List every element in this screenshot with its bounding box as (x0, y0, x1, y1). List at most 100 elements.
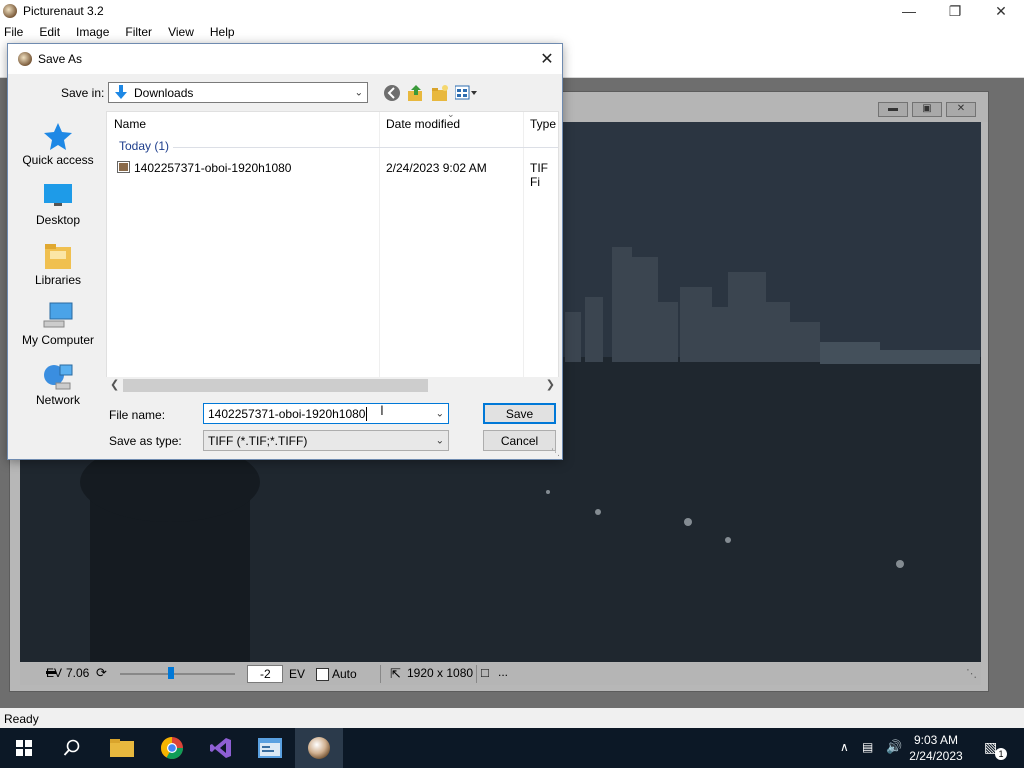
menu-filter[interactable]: Filter (117, 22, 160, 43)
file-name-value: 1402257371-oboi-1920h1080 (208, 406, 366, 421)
back-button[interactable] (382, 83, 402, 103)
chevron-down-icon: ⌄ (354, 87, 363, 98)
tray-time: 9:03 AM (913, 733, 959, 747)
visual-studio-icon (210, 738, 231, 758)
sort-chevron-icon: ⌄ (447, 111, 455, 119)
image-file-icon (117, 161, 130, 173)
taskbar: ∧ ▤ 🔊 9:03 AM 2/24/2023 ▧ 1 (0, 728, 1024, 768)
image-minimize-button[interactable]: ▬ (878, 102, 908, 117)
menu-image[interactable]: Image (68, 22, 117, 43)
file-name-input[interactable]: 1402257371-oboi-1920h1080 ⌄ (203, 403, 449, 424)
close-button[interactable]: ✕ (978, 0, 1024, 22)
place-libraries[interactable]: Libraries (16, 237, 100, 293)
save-in-dropdown[interactable]: Downloads ⌄ (108, 82, 368, 103)
exposure-slider-thumb[interactable] (168, 667, 174, 679)
resize-grip-icon[interactable]: ⋱ (966, 667, 977, 680)
place-label: Desktop (35, 213, 81, 227)
search-button[interactable] (48, 728, 96, 768)
image-close-button[interactable]: ✕ (946, 102, 976, 117)
menu-bar: File Edit Image Filter View Help (0, 22, 1024, 43)
place-label: Libraries (34, 273, 82, 287)
image-dimensions: 1920 x 1080 (407, 666, 474, 680)
status-divider-2 (476, 665, 477, 683)
desktop-icon (44, 184, 72, 206)
save-in-value: Downloads (134, 85, 194, 100)
file-list[interactable]: Name Date modified ⌄ Type Today (1) 1402… (106, 111, 559, 392)
dialog-app-icon (18, 52, 32, 66)
new-folder-button[interactable] (430, 83, 450, 103)
exposure-unit: EV (289, 667, 306, 681)
folder-icon (110, 739, 134, 757)
file-explorer-button[interactable] (98, 728, 146, 768)
menu-view[interactable]: View (160, 22, 202, 43)
dialog-resize-grip-icon[interactable]: ⋱ (551, 447, 560, 458)
exposure-input[interactable]: -2 (247, 665, 283, 683)
column-divider[interactable] (379, 112, 380, 391)
column-type[interactable]: Type (523, 112, 558, 136)
picturenaut-app-icon (3, 4, 17, 18)
image-status-bar: ▬ EV 7.06 ⟳ -2 EV Auto ⇱ 1920 x 1080 □ .… (20, 663, 981, 685)
file-row[interactable]: 1402257371-oboi-1920h1080 2/24/2023 9:02… (107, 158, 558, 189)
restore-button[interactable]: ❐ (932, 0, 978, 22)
start-button[interactable] (0, 728, 48, 768)
view-menu-icon (455, 85, 477, 100)
more-indicator: ... (498, 665, 509, 679)
save-type-label: Save as type: (109, 434, 182, 448)
picturenaut-taskbar-button[interactable] (295, 728, 343, 768)
place-label: My Computer (21, 333, 95, 347)
app-title: Picturenaut 3.2 (23, 4, 104, 18)
save-button[interactable]: Save (483, 403, 556, 424)
chrome-icon (161, 737, 183, 759)
place-label: Quick access (22, 153, 94, 167)
up-folder-button[interactable] (406, 83, 426, 103)
save-type-value: TIFF (*.TIF;*.TIFF) (208, 433, 308, 448)
window-app-icon (258, 738, 282, 758)
minimize-button[interactable]: — (886, 0, 932, 22)
save-type-dropdown[interactable]: TIFF (*.TIF;*.TIFF) ⌄ (203, 430, 449, 451)
status-divider (380, 665, 381, 683)
visual-studio-button[interactable] (197, 728, 245, 768)
text-caret (366, 406, 368, 421)
places-bar: Quick access Desktop Libraries My Comput… (16, 113, 100, 413)
new-folder-icon (432, 85, 448, 101)
libraries-icon (45, 244, 71, 269)
auto-checkbox[interactable] (316, 668, 329, 681)
chevron-down-icon[interactable]: ⌄ (436, 408, 444, 419)
scroll-thumb[interactable] (123, 379, 428, 392)
dialog-close-button[interactable]: ✕ (532, 44, 562, 74)
crop-icon[interactable]: □ (481, 665, 489, 680)
scroll-right-icon[interactable]: ❯ (546, 378, 555, 391)
chevron-up-icon[interactable]: ∧ (840, 740, 849, 754)
horizontal-scrollbar[interactable]: ❮ ❯ (106, 377, 559, 394)
cancel-button[interactable]: Cancel (483, 430, 556, 451)
status-text: Ready (4, 712, 39, 726)
exposure-slider-track[interactable] (120, 673, 235, 675)
place-my-computer[interactable]: My Computer (16, 297, 100, 353)
app-status-bar: Ready (0, 708, 1024, 728)
menu-file[interactable]: File (0, 22, 31, 43)
chrome-button[interactable] (148, 728, 196, 768)
menu-help[interactable]: Help (202, 22, 243, 43)
app-window-button[interactable] (246, 728, 294, 768)
up-folder-icon (408, 85, 422, 101)
column-name[interactable]: Name (107, 112, 379, 136)
file-type: TIF Fi (530, 161, 548, 189)
tray-clock[interactable]: 9:03 AM 2/24/2023 (896, 732, 976, 764)
resize-icon[interactable]: ⇱ (390, 666, 401, 682)
downloads-icon (115, 84, 127, 99)
file-name: 1402257371-oboi-1920h1080 (134, 161, 292, 175)
windows-icon (16, 740, 32, 756)
view-menu-button[interactable] (454, 83, 480, 103)
reset-exposure-icon[interactable]: ⟳ (96, 665, 107, 681)
image-maximize-button[interactable]: ▣ (912, 102, 942, 117)
scroll-left-icon[interactable]: ❮ (110, 378, 119, 391)
computer-icon (43, 302, 73, 328)
column-divider[interactable] (523, 112, 524, 391)
place-network[interactable]: Network (16, 357, 100, 413)
network-tray-icon[interactable]: ▤ (862, 740, 873, 754)
place-desktop[interactable]: Desktop (16, 177, 100, 233)
group-header-today[interactable]: Today (1) (119, 139, 169, 153)
menu-edit[interactable]: Edit (31, 22, 68, 43)
back-arrow-icon (384, 85, 400, 101)
place-quick-access[interactable]: Quick access (16, 117, 100, 173)
